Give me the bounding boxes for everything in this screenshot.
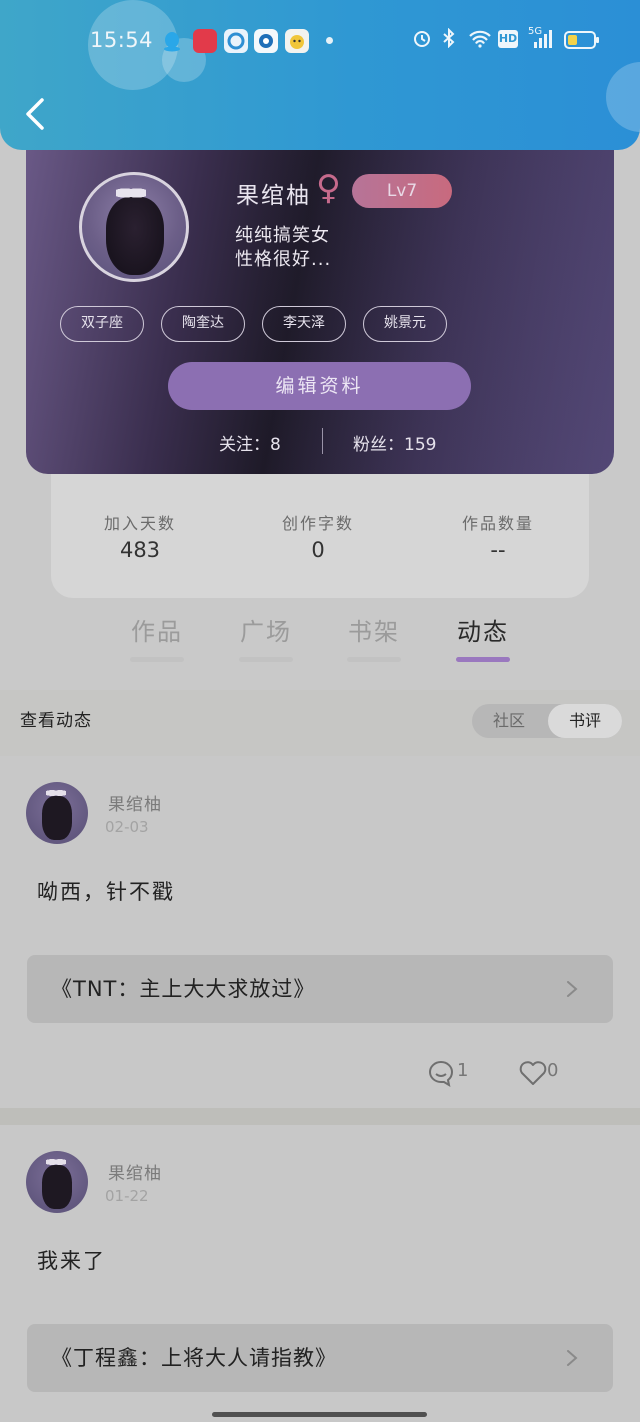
activity-filter-toggle: 社区 书评: [472, 704, 622, 738]
home-indicator[interactable]: [212, 1412, 427, 1417]
hd-icon: HD: [498, 30, 518, 48]
stat-value: --: [490, 538, 506, 562]
post-author: 果绾柚: [108, 795, 162, 815]
tag-item[interactable]: 李天泽: [262, 306, 346, 342]
tab-underline: [239, 657, 293, 662]
post-date: 01-22: [105, 1187, 149, 1205]
tab-label: 作品: [131, 618, 183, 646]
tab-bookshelf[interactable]: 书架: [334, 612, 414, 662]
tag-item[interactable]: 陶奎达: [161, 306, 245, 342]
post-separator: [0, 1108, 640, 1125]
like-button[interactable]: 0: [519, 1056, 563, 1090]
shop-icon: [193, 29, 217, 53]
stat-work-count: 作品数量 --: [423, 510, 573, 562]
stats-card: 加入天数 483 创作字数 0 作品数量 --: [51, 470, 589, 598]
profile-bio: 纯纯搞笑女 性格很好...: [235, 225, 332, 270]
post-text: 我来了: [37, 1249, 106, 1273]
comment-count: 1: [457, 1060, 469, 1081]
heart-icon: [519, 1061, 547, 1085]
avatar-hair: [42, 796, 72, 840]
stat-label: 加入天数: [103, 514, 176, 533]
post-avatar[interactable]: [26, 782, 88, 844]
tab-works[interactable]: 作品: [117, 612, 197, 662]
section-title: 查看动态: [20, 711, 92, 731]
tab-label: 动态: [457, 618, 509, 646]
tab-activity[interactable]: 动态: [443, 612, 523, 662]
level-badge: Lv7: [352, 174, 452, 208]
stat-label: 创作字数: [281, 514, 354, 533]
tab-square[interactable]: 广场: [226, 612, 306, 662]
stat-label: 作品数量: [461, 514, 534, 533]
tag-list: 双子座 陶奎达 李天泽 姚景元: [60, 306, 580, 342]
book-link[interactable]: 《丁程鑫：上将大人请指教》: [27, 1324, 613, 1392]
stat-value: 0: [311, 538, 325, 562]
female-icon: ♀: [316, 168, 341, 208]
following-count[interactable]: 关注：8: [219, 430, 281, 455]
post-date: 02-03: [105, 818, 149, 836]
qq-icon: [160, 29, 184, 53]
stat-value: 483: [119, 538, 161, 562]
tag-item[interactable]: 双子座: [60, 306, 144, 342]
tab-underline: [130, 657, 184, 662]
post-avatar[interactable]: [26, 1151, 88, 1213]
avatar[interactable]: [79, 172, 189, 282]
stat-word-count: 创作字数 0: [243, 510, 393, 562]
profile-name: 果绾柚: [236, 183, 311, 209]
activity-header: 查看动态 社区 书评: [0, 690, 640, 756]
toggle-book-review[interactable]: 书评: [548, 704, 622, 738]
mascot-icon: [285, 29, 309, 53]
avatar-bow: [116, 185, 146, 201]
tab-label: 书架: [348, 618, 400, 646]
followers-count[interactable]: 粉丝：159: [353, 430, 436, 455]
avatar-bow: [46, 1157, 66, 1167]
tab-bar: 作品 广场 书架 动态: [0, 612, 640, 672]
chevron-right-icon: [567, 1350, 578, 1366]
toggle-community[interactable]: 社区: [472, 704, 546, 738]
chevron-left-icon: [26, 98, 44, 130]
edit-profile-button[interactable]: 编辑资料: [168, 362, 471, 410]
chevron-right-icon: [567, 981, 578, 997]
post-actions: 1 0: [0, 1056, 640, 1090]
top-header: 15:54 HD 5G: [0, 0, 640, 150]
post-text: 呦西，针不戳: [37, 880, 175, 904]
battery-icon: [564, 30, 600, 55]
status-time: 15:54: [90, 28, 154, 52]
circle-app-icon: [254, 29, 278, 53]
like-count: 0: [547, 1060, 559, 1081]
alarm-icon: [412, 28, 432, 53]
tab-underline: [347, 657, 401, 662]
tab-underline: [456, 657, 510, 662]
comment-button[interactable]: 1: [427, 1056, 469, 1090]
book-title: 《丁程鑫：上将大人请指教》: [51, 1346, 337, 1370]
browser-icon: [224, 29, 248, 53]
stat-join-days: 加入天数 483: [65, 510, 215, 562]
tag-item[interactable]: 姚景元: [363, 306, 447, 342]
post-author: 果绾柚: [108, 1164, 162, 1184]
wifi-icon: [468, 28, 492, 53]
divider: [322, 428, 323, 454]
comment-icon: [429, 1060, 454, 1087]
status-bar: 15:54 HD 5G: [0, 0, 640, 82]
post-item: 果绾柚 01-22 我来了 《丁程鑫：上将大人请指教》: [0, 1125, 640, 1422]
book-title: 《TNT：主上大大求放过》: [51, 977, 316, 1001]
bluetooth-icon: [442, 27, 456, 53]
signal-5g-icon: 5G: [528, 26, 554, 50]
profile-card: 果绾柚 ♀ Lv7 纯纯搞笑女 性格很好... 双子座 陶奎达 李天泽 姚景元 …: [26, 120, 614, 474]
post-item: 果绾柚 02-03 呦西，针不戳 《TNT：主上大大求放过》 1 0: [0, 756, 640, 1108]
tab-label: 广场: [240, 618, 292, 646]
avatar-hair: [42, 1165, 72, 1209]
book-link[interactable]: 《TNT：主上大大求放过》: [27, 955, 613, 1023]
hd-label: HD: [498, 30, 518, 48]
notification-dot: [326, 37, 333, 44]
avatar-hair: [106, 197, 164, 275]
avatar-bow: [46, 788, 66, 798]
back-button[interactable]: [22, 96, 52, 132]
